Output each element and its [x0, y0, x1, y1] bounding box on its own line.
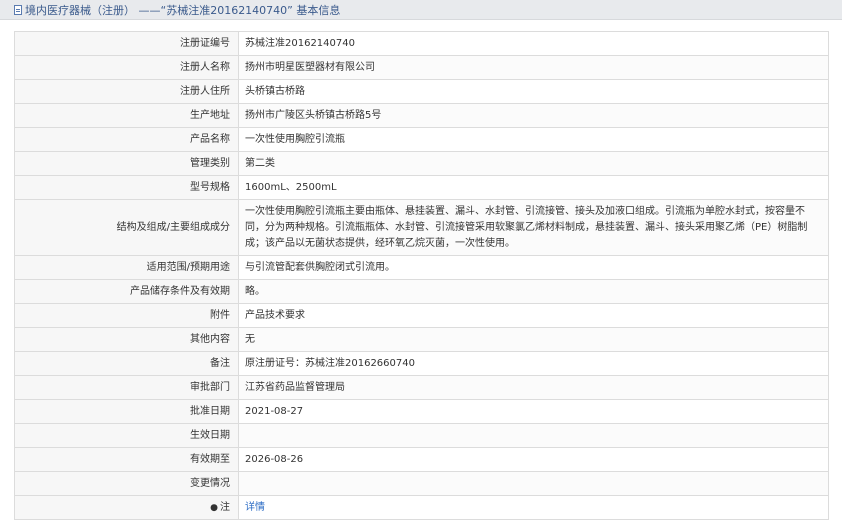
info-table-container: 注册证编号 苏械注准20162140740 注册人名称 扬州市明星医塑器材有限公… [14, 31, 829, 520]
row-label: 型号规格 [14, 175, 239, 200]
page-header: 境内医疗器械（注册） ——“苏械注准20162140740” 基本信息 [0, 0, 842, 20]
row-label: 适用范围/预期用途 [14, 255, 239, 280]
row-label: 有效期至 [14, 447, 239, 472]
row-label: 结构及组成/主要组成成分 [14, 199, 239, 256]
row-label: 生效日期 [14, 423, 239, 448]
row-value: 略。 [238, 279, 829, 304]
row-value: 江苏省药品监督管理局 [238, 375, 829, 400]
row-value: 扬州市明星医塑器材有限公司 [238, 55, 829, 80]
row-value [238, 471, 829, 496]
row-label: 变更情况 [14, 471, 239, 496]
row-value [238, 423, 829, 448]
row-label: 附件 [14, 303, 239, 328]
table-row: 有效期至 2026-08-26 [14, 447, 829, 472]
table-row: 产品储存条件及有效期 略。 [14, 279, 829, 304]
row-value: 原注册证号：苏械注准20162660740 [238, 351, 829, 376]
row-label: 审批部门 [14, 375, 239, 400]
row-label: 注册人名称 [14, 55, 239, 80]
table-row: 型号规格 1600mL、2500mL [14, 175, 829, 200]
table-row: 管理类别 第二类 [14, 151, 829, 176]
row-label: 产品储存条件及有效期 [14, 279, 239, 304]
info-table: 注册证编号 苏械注准20162140740 注册人名称 扬州市明星医塑器材有限公… [14, 31, 829, 520]
row-value: 产品技术要求 [238, 303, 829, 328]
row-label: 备注 [14, 351, 239, 376]
row-label: 注册人住所 [14, 79, 239, 104]
table-row: 生效日期 [14, 423, 829, 448]
row-value: 第二类 [238, 151, 829, 176]
row-value: 2021-08-27 [238, 399, 829, 424]
row-value: 与引流管配套供胸腔闭式引流用。 [238, 255, 829, 280]
row-value: 苏械注准20162140740 [238, 31, 829, 56]
table-row: 批准日期 2021-08-27 [14, 399, 829, 424]
row-value: 一次性使用胸腔引流瓶主要由瓶体、悬挂装置、漏斗、水封管、引流接管、接头及加液口组… [238, 199, 829, 256]
table-row: 结构及组成/主要组成成分 一次性使用胸腔引流瓶主要由瓶体、悬挂装置、漏斗、水封管… [14, 199, 829, 256]
row-value: 详情 [238, 495, 829, 520]
table-row: 生产地址 扬州市广陵区头桥镇古桥路5号 [14, 103, 829, 128]
table-row: 适用范围/预期用途 与引流管配套供胸腔闭式引流用。 [14, 255, 829, 280]
document-icon [14, 4, 22, 15]
row-label: 注册证编号 [14, 31, 239, 56]
table-row: 审批部门 江苏省药品监督管理局 [14, 375, 829, 400]
table-row: 附件 产品技术要求 [14, 303, 829, 328]
table-row: 其他内容 无 [14, 327, 829, 352]
row-label: 管理类别 [14, 151, 239, 176]
row-label: 批准日期 [14, 399, 239, 424]
table-row: ● 注 详情 [14, 495, 829, 520]
row-value: 2026-08-26 [238, 447, 829, 472]
bullet-icon: ● [210, 502, 218, 513]
row-value: 一次性使用胸腔引流瓶 [238, 127, 829, 152]
row-label: 产品名称 [14, 127, 239, 152]
row-label: 生产地址 [14, 103, 239, 128]
table-row: 注册证编号 苏械注准20162140740 [14, 31, 829, 56]
row-value: 无 [238, 327, 829, 352]
row-value: 头桥镇古桥路 [238, 79, 829, 104]
row-label: 注 [220, 501, 230, 513]
row-value: 1600mL、2500mL [238, 175, 829, 200]
row-label: 其他内容 [14, 327, 239, 352]
details-link[interactable]: 详情 [245, 502, 265, 513]
page-title: 境内医疗器械（注册） ——“苏械注准20162140740” 基本信息 [25, 3, 341, 17]
note-label-cell: ● 注 [14, 495, 239, 520]
table-row: 注册人住所 头桥镇古桥路 [14, 79, 829, 104]
row-value: 扬州市广陵区头桥镇古桥路5号 [238, 103, 829, 128]
table-row: 变更情况 [14, 471, 829, 496]
table-row: 备注 原注册证号：苏械注准20162660740 [14, 351, 829, 376]
table-row: 产品名称 一次性使用胸腔引流瓶 [14, 127, 829, 152]
table-row: 注册人名称 扬州市明星医塑器材有限公司 [14, 55, 829, 80]
